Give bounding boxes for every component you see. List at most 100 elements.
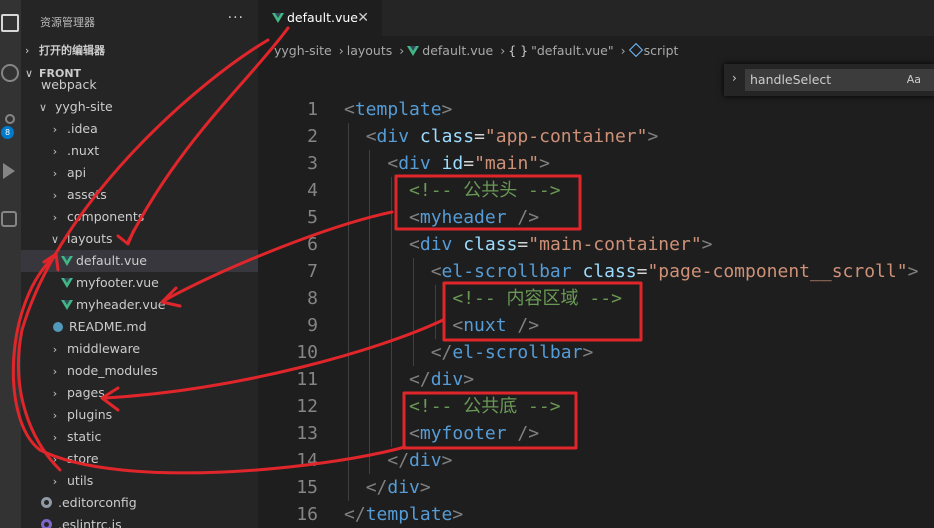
tree-item[interactable]: README.md xyxy=(21,316,258,338)
vue-file-icon xyxy=(407,46,420,56)
tree-item[interactable]: .eslintrc.js xyxy=(21,514,258,528)
tree-item[interactable]: myheader.vue xyxy=(21,294,258,316)
tree-item[interactable]: › node_modules xyxy=(21,360,258,382)
tree-item-label: assets xyxy=(67,187,107,202)
code-line: 7 <el-scrollbar class="page-component__s… xyxy=(258,258,934,285)
close-icon[interactable]: ✕ xyxy=(357,0,369,36)
line-number: 11 xyxy=(296,369,318,390)
line-number: 15 xyxy=(296,477,318,498)
line-number: 5 xyxy=(307,207,318,228)
tree-item[interactable]: › plugins xyxy=(21,404,258,426)
breadcrumb-item[interactable]: script xyxy=(644,43,679,58)
code-line: 6 <div class="main-container"> xyxy=(258,231,934,258)
tree-item[interactable]: ∨ yygh-site xyxy=(21,96,258,118)
editor-area: default.vue ✕ yygh-site › layouts › default.… xyxy=(258,0,934,528)
run-debug-icon[interactable] xyxy=(3,163,15,179)
tree-item[interactable]: › components xyxy=(21,206,258,228)
line-number: 4 xyxy=(307,180,318,201)
tree-item[interactable]: › middleware xyxy=(21,338,258,360)
tree-item[interactable]: ∨ layouts xyxy=(21,228,258,250)
extensions-icon[interactable] xyxy=(1,211,17,227)
tree-item-label: static xyxy=(67,429,102,444)
tree-item-label: utils xyxy=(67,473,94,488)
tree-item[interactable]: › store xyxy=(21,448,258,470)
tree-item[interactable]: › utils xyxy=(21,470,258,492)
chevron-right-icon: › xyxy=(399,43,405,58)
tree-item[interactable]: .editorconfig xyxy=(21,492,258,514)
tree-item[interactable]: › pages xyxy=(21,382,258,404)
tree-item-label: api xyxy=(67,165,87,180)
tree-item[interactable]: › .idea xyxy=(21,118,258,140)
line-number: 8 xyxy=(307,288,318,309)
chevron-right-icon: › xyxy=(52,453,58,466)
breadcrumb-item[interactable]: yygh-site xyxy=(274,43,332,58)
chevron-right-icon: › xyxy=(52,343,58,356)
tree-item[interactable]: default.vue xyxy=(21,250,258,272)
chevron-right-icon: › xyxy=(52,167,58,180)
explorer-title: 资源管理器 xyxy=(40,16,95,29)
code-line: 5 <myheader /> xyxy=(258,204,934,231)
tree-item-label: components xyxy=(67,209,145,224)
breadcrumb-item[interactable]: "default.vue" xyxy=(531,43,613,58)
match-case-toggle[interactable]: Aa xyxy=(907,70,921,90)
code-line: 14 </div> xyxy=(258,447,934,474)
tree-item-label: .idea xyxy=(67,121,98,136)
tab-default-vue[interactable]: default.vue ✕ xyxy=(258,0,382,36)
script-icon xyxy=(628,42,643,58)
tree-item-label: .nuxt xyxy=(67,143,100,158)
tree-item[interactable]: › static xyxy=(21,426,258,448)
code-line: 9 <nuxt /> xyxy=(258,312,934,339)
code-line: 16 </template> xyxy=(258,501,934,528)
chevron-right-icon[interactable]: › xyxy=(732,71,737,85)
code-line: 15 </div> xyxy=(258,474,934,501)
find-widget: › handleSelect Aa xyxy=(724,64,934,96)
tree-item-label: layouts xyxy=(67,231,113,246)
tree-item[interactable]: myfooter.vue xyxy=(21,272,258,294)
search-icon[interactable] xyxy=(1,64,19,82)
code-line: 3 <div id="main"> xyxy=(258,150,934,177)
tree-item-label: default.vue xyxy=(76,253,147,268)
code-line: 12 <!-- 公共底 --> xyxy=(258,393,934,420)
code-line: 2 <div class="app-container"> xyxy=(258,123,934,150)
tab-bar: default.vue ✕ xyxy=(258,0,934,36)
source-control-icon[interactable] xyxy=(5,114,15,124)
breadcrumb-item[interactable]: default.vue xyxy=(422,43,493,58)
chevron-right-icon: › xyxy=(25,44,30,57)
explorer-icon[interactable] xyxy=(1,14,19,32)
chevron-right-icon: › xyxy=(52,123,58,136)
tree-item[interactable]: webpack xyxy=(21,74,258,96)
breadcrumb: yygh-site › layouts › default.vue ›{ } "defaul… xyxy=(274,42,681,58)
vue-file-icon xyxy=(61,300,73,310)
tree-item-label: store xyxy=(67,451,99,466)
open-editors-section[interactable]: › 打开的编辑器 xyxy=(21,40,258,62)
chevron-right-icon: › xyxy=(52,145,58,158)
source-control-badge: 8 xyxy=(1,126,14,139)
line-number: 7 xyxy=(307,261,318,282)
tree-item[interactable]: › assets xyxy=(21,184,258,206)
code-line: 11 </div> xyxy=(258,366,934,393)
tree-item-label: myfooter.vue xyxy=(76,275,159,290)
chevron-right-icon: › xyxy=(500,43,506,58)
find-input[interactable]: handleSelect Aa xyxy=(745,69,934,91)
line-number: 14 xyxy=(296,450,318,471)
gear-file-icon xyxy=(41,497,52,508)
line-number: 9 xyxy=(307,315,318,336)
tree-item-label: webpack xyxy=(41,77,97,92)
tree-item-label: .eslintrc.js xyxy=(58,517,122,528)
line-number: 6 xyxy=(307,234,318,255)
vue-file-icon xyxy=(61,278,73,288)
tree-item[interactable]: › .nuxt xyxy=(21,140,258,162)
vue-file-icon xyxy=(272,13,284,23)
more-actions-button[interactable]: ··· xyxy=(228,10,244,26)
vue-file-icon xyxy=(61,256,73,266)
tree-item[interactable]: › api xyxy=(21,162,258,184)
tree-item-label: plugins xyxy=(67,407,113,422)
line-number: 13 xyxy=(296,423,318,444)
chevron-right-icon: › xyxy=(52,211,58,224)
line-number: 10 xyxy=(296,342,318,363)
breadcrumb-item[interactable]: layouts xyxy=(347,43,393,58)
line-number: 16 xyxy=(296,504,318,525)
tab-label: default.vue xyxy=(287,10,358,25)
code-line: 13 <myfooter /> xyxy=(258,420,934,447)
line-number: 3 xyxy=(307,153,318,174)
